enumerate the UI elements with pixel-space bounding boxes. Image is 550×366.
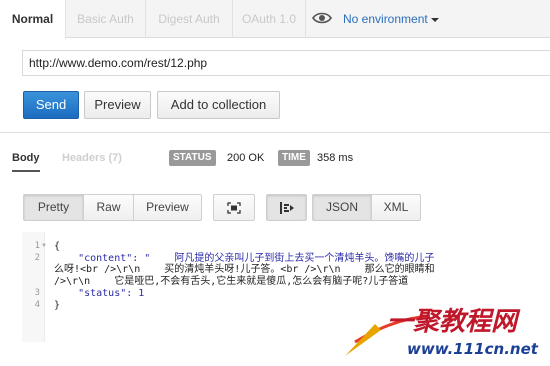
environment-label: No environment (343, 12, 428, 26)
code-line: "content": " 阿凡提的父亲叫儿子到街上去买一个清炖羊头。馋嘴的儿子 (54, 253, 435, 264)
tab-digest-auth[interactable]: Digest Auth (146, 0, 233, 38)
auth-tab-bar: Normal Basic Auth Digest Auth OAuth 1.0 … (0, 0, 550, 39)
watermark-url: www.111cn.net (407, 340, 539, 358)
code-line-wrapped: />\r\n 它是哑巴,不会有舌头,它生来就是傻瓜,怎么会有脑子呢?儿子答道 (54, 276, 409, 287)
preview-view-button[interactable]: Preview (133, 194, 202, 221)
status-badge: STATUS (169, 150, 216, 166)
fold-icon[interactable]: ▼ (41, 241, 47, 252)
code-line: } (54, 300, 61, 311)
tab-normal[interactable]: Normal (0, 0, 66, 39)
json-button[interactable]: JSON (312, 194, 372, 221)
send-button[interactable]: Send (23, 91, 79, 119)
line-number: 3 (34, 288, 40, 298)
expand-icon (227, 201, 241, 214)
section-divider (0, 132, 550, 133)
time-value: 358 ms (317, 152, 354, 164)
code-line: { (54, 241, 61, 252)
code-line-wrapped: 么呀!<br />\r\n 买的清炖羊头呀!儿子答。<br />\r\n 那么它… (54, 264, 435, 275)
url-input[interactable]: http://www.demo.com/rest/12.php (22, 50, 550, 76)
xml-button[interactable]: XML (371, 194, 421, 221)
chevron-down-icon (430, 17, 439, 22)
raw-button[interactable]: Raw (83, 194, 134, 221)
line-number: 4 (34, 300, 40, 310)
tab-headers[interactable]: Headers (7) (62, 144, 122, 172)
pretty-button[interactable]: Pretty (23, 194, 84, 221)
wrap-lines-button[interactable] (266, 194, 307, 221)
status-value: 200 OK (227, 152, 265, 164)
time-badge: TIME (278, 150, 310, 166)
watermark-logo: 一聚教程网 www.111cn.net (345, 307, 539, 358)
wrap-lines-icon (279, 201, 294, 214)
tab-body[interactable]: Body (12, 144, 40, 172)
preview-button[interactable]: Preview (84, 91, 151, 119)
environment-select[interactable]: No environment (343, 0, 439, 38)
eye-icon[interactable] (312, 11, 332, 25)
add-to-collection-button[interactable]: Add to collection (157, 91, 280, 119)
tab-basic-auth[interactable]: Basic Auth (66, 0, 146, 38)
line-number: 2 (34, 253, 40, 263)
fullscreen-button[interactable] (213, 194, 255, 221)
watermark-title: 一聚教程网 (387, 307, 521, 337)
line-number: 1 (34, 241, 40, 251)
code-line: "status": 1 (54, 288, 145, 299)
tab-oauth[interactable]: OAuth 1.0 (233, 0, 306, 38)
